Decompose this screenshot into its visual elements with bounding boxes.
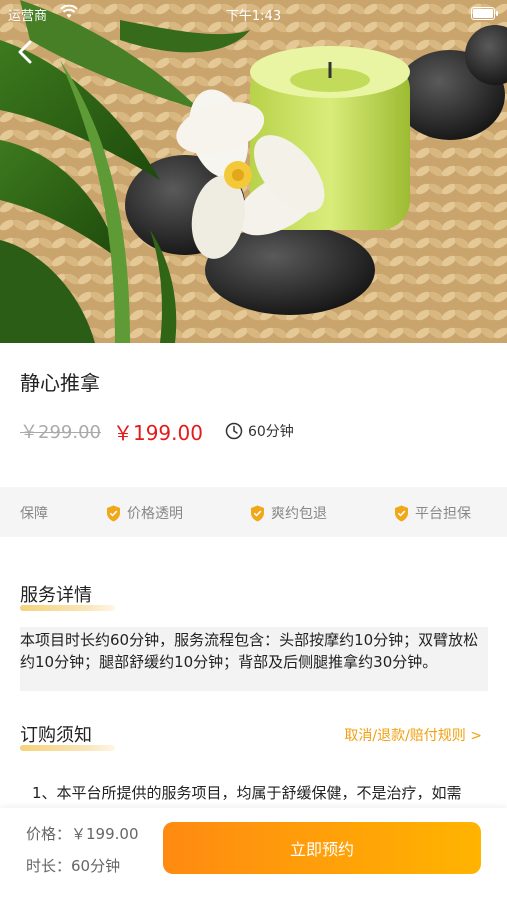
- back-button[interactable]: [12, 36, 40, 68]
- book-now-button[interactable]: 立即预约: [163, 822, 481, 874]
- status-bar: 运营商 下午1:43: [0, 0, 507, 28]
- shield-check-icon: [251, 505, 264, 521]
- guarantee-item-label: 价格透明: [127, 506, 183, 522]
- guarantee-item-label: 爽约包退: [271, 506, 327, 522]
- shield-check-icon: [107, 505, 120, 521]
- product-title: 静心推拿: [20, 371, 100, 395]
- duration-label: 时长：: [26, 857, 72, 875]
- clock-icon: [225, 422, 243, 440]
- current-price: ￥199.00: [112, 420, 203, 445]
- shield-check-icon: [395, 505, 408, 521]
- price-value: ￥199.00: [71, 825, 139, 843]
- guarantee-item-label: 平台担保: [415, 506, 471, 522]
- bottom-duration: 时长：60分钟: [26, 855, 120, 876]
- guarantee-item-price-transparent: 价格透明: [106, 503, 183, 523]
- service-detail-heading: 服务详情: [20, 585, 92, 606]
- refund-rules-link[interactable]: 取消/退款/赔付规则 >: [344, 725, 482, 745]
- duration-value: 60分钟: [71, 857, 121, 875]
- spa-illustration: [0, 0, 507, 343]
- original-price: ￥299.00: [20, 422, 101, 443]
- price-label: 价格：: [26, 825, 72, 843]
- bottom-price: 价格：￥199.00: [26, 823, 139, 844]
- price-row: ￥299.00 ￥199.00 60分钟: [20, 418, 294, 445]
- bottom-bar: 价格：￥199.00 时长：60分钟 立即预约: [0, 808, 507, 900]
- guarantee-label: 保障: [20, 506, 48, 522]
- guarantee-item-no-show-refund: 爽约包退: [250, 503, 327, 523]
- status-time: 下午1:43: [225, 9, 282, 24]
- hero-image: [0, 0, 507, 343]
- guarantee-item-platform-guarantee: 平台担保: [394, 503, 471, 523]
- battery-icon: [471, 7, 498, 20]
- service-detail-text: 本项目时长约60分钟，服务流程包含：头部按摩约10分钟；双臂放松约10分钟；腿部…: [20, 627, 488, 691]
- duration: 60分钟: [225, 421, 294, 441]
- chevron-left-icon: [18, 40, 32, 64]
- guarantee-bar: 保障 价格透明 爽约包退 平台担保: [0, 487, 507, 537]
- notice-heading: 订购须知: [20, 725, 92, 746]
- duration-value: 60分钟: [247, 424, 294, 440]
